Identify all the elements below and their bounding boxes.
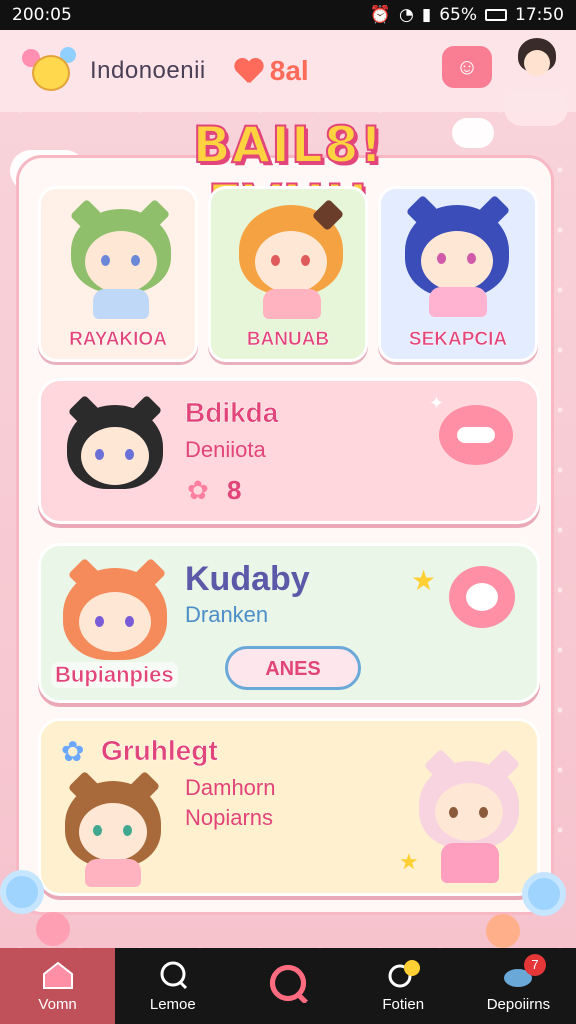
nav-search[interactable] — [230, 948, 345, 1024]
nav-deposits[interactable]: Depoiirns 7 — [461, 948, 576, 1024]
flower-decoration — [522, 872, 566, 916]
character-avatar — [65, 770, 161, 889]
card-subtitle: Deniiota — [185, 437, 266, 462]
list-item[interactable]: Kudaby Dranken Bupianpies ANES ★ — [38, 543, 540, 703]
heart-counter[interactable]: 8al — [234, 55, 309, 87]
nav-label: Fotien — [382, 995, 425, 1013]
flower-icon: ✿ — [187, 475, 209, 505]
chat-icon — [160, 961, 187, 989]
character-avatar — [69, 198, 171, 321]
card-title: Kudaby — [185, 560, 310, 598]
cloud-decoration — [504, 90, 568, 126]
nav-notifications[interactable]: Fotien — [346, 948, 461, 1024]
card-title: Gruhlegt — [101, 735, 218, 767]
signal-icon: ▮ — [421, 5, 432, 25]
notification-icon — [388, 959, 421, 987]
alarm-icon: ⏰ — [369, 5, 391, 25]
card-title: Bdikda — [185, 397, 279, 429]
heart-icon — [234, 57, 264, 85]
character-avatar — [63, 557, 167, 678]
nav-chat[interactable]: Lemoe — [115, 948, 230, 1024]
wifi-icon: ◔ — [399, 5, 414, 25]
character-card[interactable]: RAYAKIOA — [38, 186, 198, 362]
list-item[interactable]: ✿ Gruhlegt Damhorn Nopiarns ★ — [38, 718, 540, 896]
character-name: RAYAKIOA — [69, 329, 167, 351]
heart-count: 8al — [269, 55, 309, 86]
character-icon: ☺ — [455, 54, 479, 79]
card-input[interactable] — [223, 469, 355, 511]
notification-badge: 7 — [524, 954, 547, 976]
avatar[interactable] — [512, 38, 562, 94]
character-name: SEKAPCIA — [408, 329, 508, 351]
star-icon: ★ — [399, 849, 419, 874]
app-name: Indonoenii — [90, 57, 206, 84]
status-time: 200:05 — [12, 5, 72, 25]
bottom-navigation: Vomn Lemoe Fotien Depoiirns 7 — [0, 948, 576, 1024]
battery-icon — [485, 9, 507, 21]
sparkle-icon: ✦ — [429, 393, 445, 413]
character-button[interactable]: ☺ — [442, 46, 492, 88]
search-icon — [269, 964, 308, 1003]
nav-label: Vomn — [38, 995, 77, 1013]
character-avatar — [239, 198, 345, 323]
character-avatar — [405, 194, 513, 321]
flower-icon: ✿ — [61, 736, 85, 767]
chat-bubble-icon[interactable] — [439, 405, 513, 465]
character-card[interactable]: BANUAB — [208, 186, 368, 362]
nav-home[interactable]: Vomn — [0, 948, 116, 1024]
character-name: BANUAB — [246, 329, 330, 351]
card-line-1: Damhorn — [185, 775, 276, 800]
card-action-button[interactable]: ANES — [225, 646, 361, 690]
character-avatar — [419, 748, 523, 891]
star-icon: ★ — [411, 565, 437, 596]
app-header: Indonoenii 8al ☺ — [0, 30, 576, 112]
character-card[interactable]: SEKAPCIA — [378, 186, 538, 362]
battery-percent: 65% — [439, 5, 477, 25]
status-icons: ⏰ ◔ ▮ 65% 17:50 — [370, 5, 564, 25]
cloud-decoration — [452, 118, 494, 148]
character-avatar — [67, 394, 163, 507]
status-clock: 17:50 — [515, 5, 564, 25]
nav-label: Depoiirns — [486, 995, 551, 1013]
nav-label: Lemoe — [149, 995, 196, 1013]
flower-decoration — [486, 914, 520, 948]
card-tag: Bupianpies — [51, 662, 178, 688]
home-icon — [42, 961, 73, 989]
card-subtitle: Dranken — [185, 602, 269, 627]
flower-decoration — [36, 912, 70, 946]
app-logo-icon — [22, 47, 76, 95]
list-item[interactable]: Bdikda Deniiota ✿ 8 ✦ — [38, 378, 540, 524]
cat-badge-icon[interactable] — [449, 566, 515, 628]
card-line-2: Nopiarns — [185, 805, 274, 830]
status-bar: 200:05 ⏰ ◔ ▮ 65% 17:50 — [0, 0, 576, 30]
card-value: 8 — [227, 475, 242, 505]
flower-decoration — [0, 870, 44, 914]
